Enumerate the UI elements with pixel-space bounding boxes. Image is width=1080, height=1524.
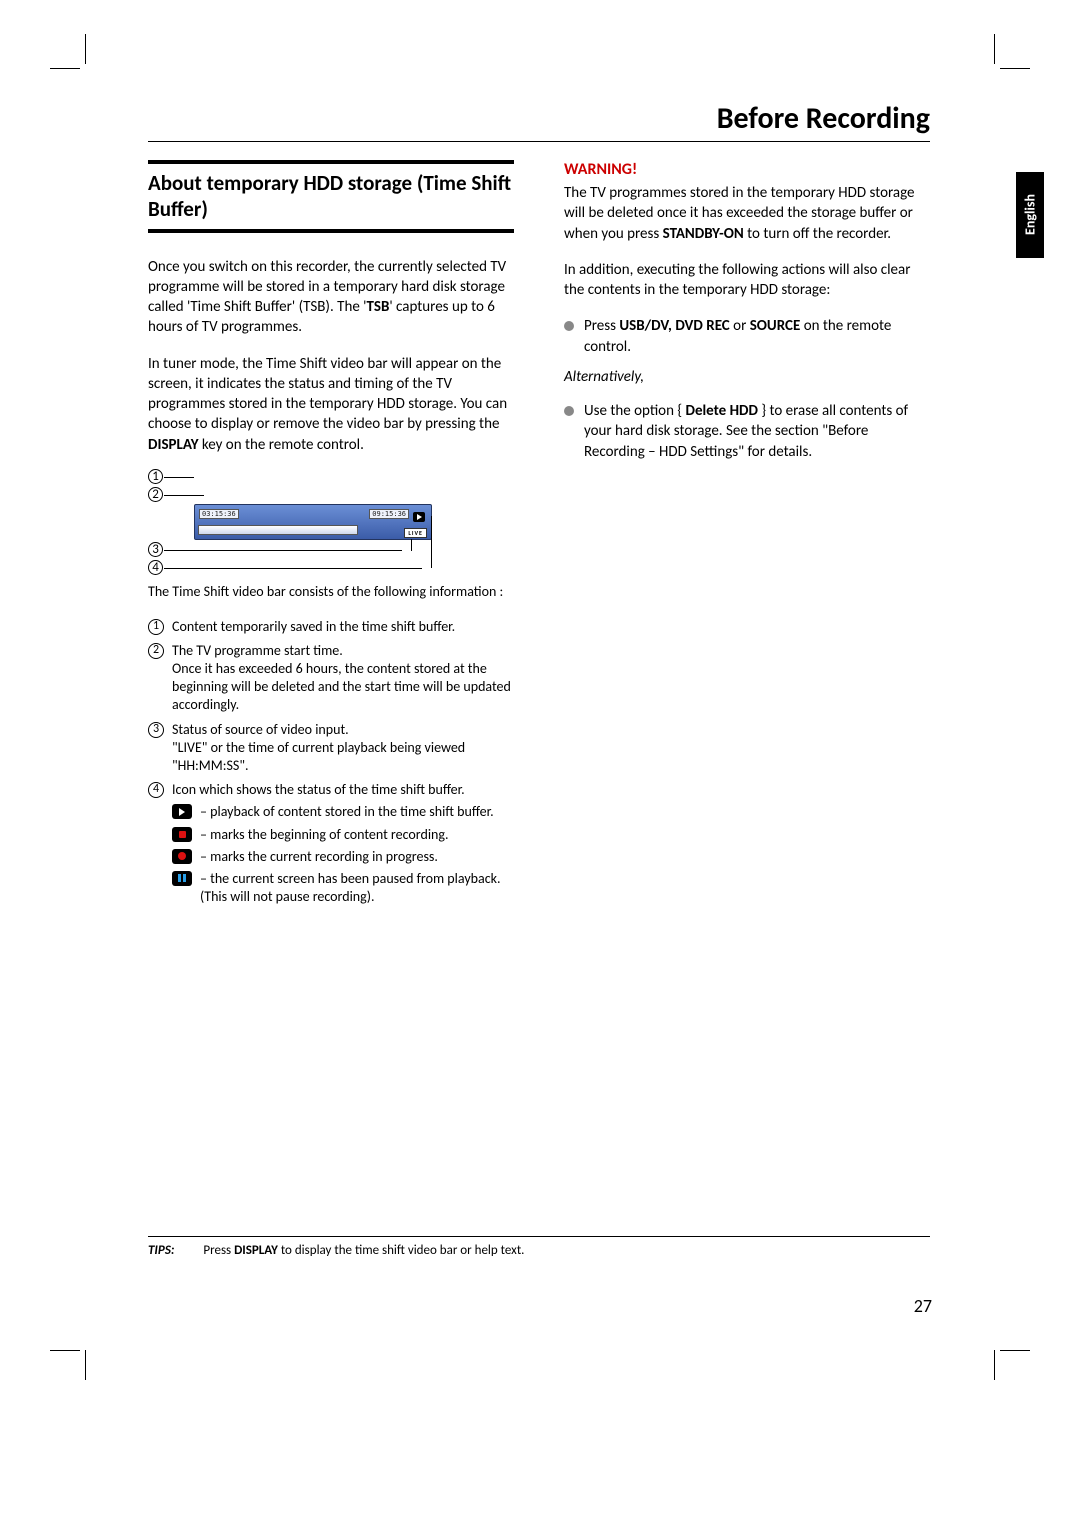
text: to display the time shift video bar or h… <box>278 1243 525 1258</box>
diagram-leader <box>431 516 432 568</box>
crop-mark <box>1000 1350 1030 1351</box>
diagram-leader <box>411 539 412 551</box>
text: Use the option { <box>584 402 685 420</box>
crop-mark <box>85 1350 86 1380</box>
diagram-leader <box>164 477 194 478</box>
crop-mark <box>994 34 995 64</box>
circled-number: 3 <box>148 722 164 738</box>
text: Press <box>584 317 619 335</box>
text: Icon which shows the status of the time … <box>172 781 465 798</box>
diagram-leader <box>164 568 422 569</box>
bullet-item-2: Use the option { Delete HDD } to erase a… <box>564 401 930 462</box>
icon-item-play: – playback of content stored in the time… <box>172 803 514 821</box>
diagram-label-4: 4 <box>148 560 163 575</box>
crop-mark <box>1000 68 1030 69</box>
section-title: About temporary HDD storage (Time Shift … <box>148 170 514 223</box>
text: or <box>730 317 750 335</box>
text-bold: STANDBY-ON <box>663 225 744 243</box>
text: – marks the beginning of content recordi… <box>200 826 449 843</box>
now-time-pill: 09:15:36 <box>369 509 409 519</box>
text: – marks the current recording in progres… <box>200 848 438 865</box>
diagram-label-1: 1 <box>148 469 163 484</box>
text-bold: SOURCE <box>750 317 801 335</box>
text: Press <box>203 1243 234 1258</box>
text-bold: Delete HDD <box>685 402 757 420</box>
para-videobar-consists: The Time Shift video bar consists of the… <box>148 583 514 602</box>
crop-mark <box>85 34 86 64</box>
text: – the current screen has been paused fro… <box>200 870 501 905</box>
text: key on the remote control. <box>199 436 364 454</box>
info-item-2: 2 The TV programme start time. Once it h… <box>148 642 514 715</box>
circled-number: 1 <box>148 619 164 635</box>
text-bold: DISPLAY <box>148 436 199 454</box>
section-title-box: About temporary HDD storage (Time Shift … <box>148 160 514 233</box>
warning-bullets: Press USB/DV, DVD REC or SOURCE on the r… <box>564 316 930 462</box>
live-badge: LIVE <box>404 528 427 538</box>
page-number: 27 <box>914 1295 932 1317</box>
text: – playback of content stored in the time… <box>200 803 494 820</box>
text: to turn off the recorder. <box>744 225 891 243</box>
info-list: 1 Content temporarily saved in the time … <box>148 618 514 907</box>
playback-icon <box>172 804 192 819</box>
icon-sublist: – playback of content stored in the time… <box>172 803 514 906</box>
text: Status of source of video input. "LIVE" … <box>172 721 465 774</box>
play-icon <box>413 512 425 522</box>
circled-number: 4 <box>148 782 164 798</box>
crop-mark <box>994 1350 995 1380</box>
record-begin-icon <box>172 827 192 842</box>
start-time-pill: 03:15:36 <box>199 509 239 519</box>
info-item-3: 3 Status of source of video input. "LIVE… <box>148 721 514 776</box>
page-title: Before Recording <box>148 100 930 142</box>
tips-footer: TIPS: Press DISPLAY to display the time … <box>148 1236 930 1258</box>
tips-label: TIPS: <box>148 1243 174 1258</box>
diagram-leader <box>164 550 402 551</box>
page-content: Before Recording About temporary HDD sto… <box>148 100 930 912</box>
circled-number: 2 <box>148 643 164 659</box>
text: Content temporarily saved in the time sh… <box>172 618 455 635</box>
bullet-item-1: Press USB/DV, DVD REC or SOURCE on the r… <box>564 316 930 387</box>
crop-mark <box>50 68 80 69</box>
pause-icon <box>172 871 192 886</box>
text-bold: USB/DV, DVD REC <box>619 317 729 335</box>
language-tab: English <box>1016 172 1044 258</box>
buffer-fill <box>198 525 358 535</box>
right-column: WARNING! The TV programmes stored in the… <box>564 160 930 912</box>
text: In tuner mode, the Time Shift video bar … <box>148 355 507 434</box>
warning-heading: WARNING! <box>564 160 930 179</box>
diagram-label-3: 3 <box>148 542 163 557</box>
alternatively-label: Alternatively, <box>564 367 930 387</box>
info-item-4: 4 Icon which shows the status of the tim… <box>148 781 514 906</box>
diagram-label-2: 2 <box>148 487 163 502</box>
info-item-1: 1 Content temporarily saved in the time … <box>148 618 514 636</box>
warning-para-1: The TV programmes stored in the temporar… <box>564 183 930 244</box>
left-column: About temporary HDD storage (Time Shift … <box>148 160 514 912</box>
icon-item-rec-progress: – marks the current recording in progres… <box>172 848 514 866</box>
video-bar: 03:15:36 09:15:36 LIVE <box>194 504 432 540</box>
diagram-leader <box>164 495 204 496</box>
record-progress-icon <box>172 849 192 864</box>
icon-item-pause: – the current screen has been paused fro… <box>172 870 514 906</box>
crop-mark <box>50 1350 80 1351</box>
text-bold: DISPLAY <box>234 1243 278 1258</box>
para-tsb-intro: Once you switch on this recorder, the cu… <box>148 257 514 338</box>
para-videobar: In tuner mode, the Time Shift video bar … <box>148 354 514 455</box>
icon-item-rec-begin: – marks the beginning of content recordi… <box>172 826 514 844</box>
text-bold: TSB <box>367 298 390 316</box>
text: The TV programme start time. Once it has… <box>172 642 511 714</box>
time-shift-diagram: 1 2 3 4 03:15:36 09:15:36 LIVE <box>148 471 438 571</box>
warning-para-2: In addition, executing the following act… <box>564 260 930 301</box>
